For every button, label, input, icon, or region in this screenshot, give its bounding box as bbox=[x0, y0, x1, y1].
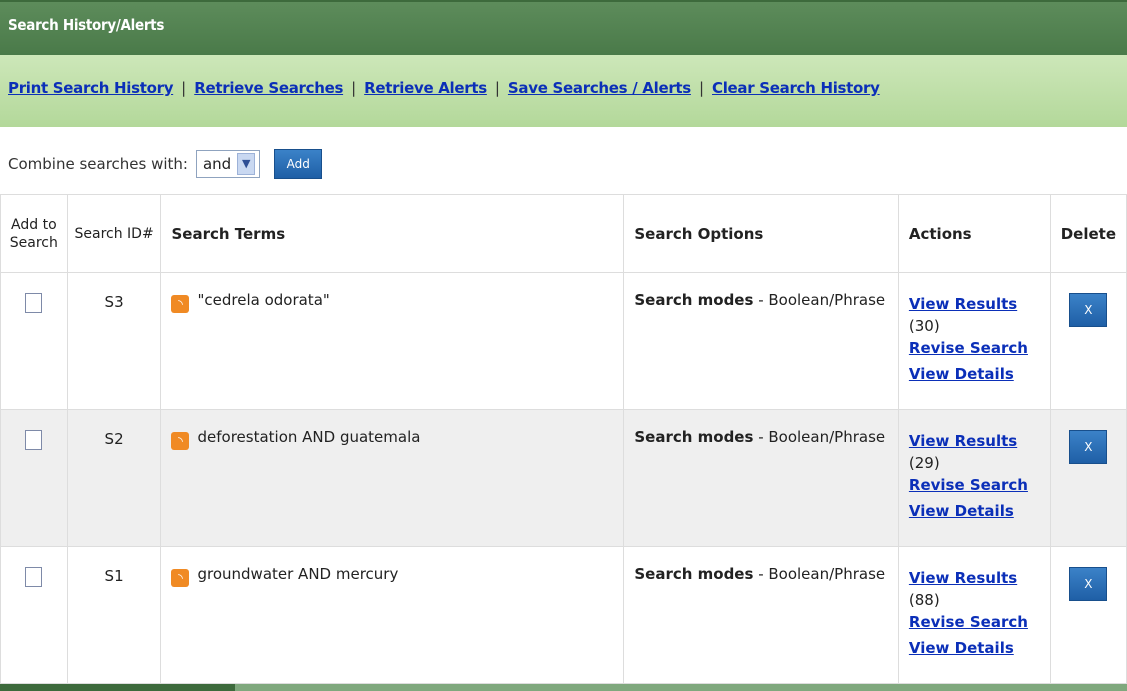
combine-searches-row: Combine searches with: and ▼ Add bbox=[8, 145, 323, 183]
link-separator: | bbox=[351, 79, 357, 97]
bottom-bar bbox=[0, 684, 1127, 691]
column-header-actions: Actions bbox=[897, 194, 1051, 273]
revise-search-link[interactable]: Revise Search bbox=[909, 472, 1028, 498]
search-modes-label: Search modes bbox=[634, 565, 754, 583]
view-details-link[interactable]: View Details bbox=[909, 498, 1014, 524]
page-header: Search History/Alerts bbox=[0, 0, 1127, 55]
save-searches-alerts-link[interactable]: Save Searches / Alerts bbox=[508, 79, 691, 97]
add-to-search-checkbox[interactable] bbox=[25, 567, 43, 587]
search-terms: deforestation AND guatemala bbox=[197, 428, 421, 446]
search-id: S2 bbox=[66, 409, 162, 547]
column-header-terms: Search Terms bbox=[160, 194, 625, 273]
combine-label: Combine searches with: bbox=[8, 155, 188, 173]
search-options-cell: Search modes - Boolean/Phrase bbox=[623, 409, 899, 547]
search-terms-cell: ◝ groundwater AND mercury bbox=[160, 546, 625, 684]
column-header-delete: Delete bbox=[1049, 194, 1127, 273]
column-header-add: Add to Search bbox=[0, 194, 68, 273]
page-title: Search History/Alerts bbox=[8, 16, 165, 34]
delete-cell: X bbox=[1049, 272, 1127, 410]
actions-cell: View Results (88) Revise Search View Det… bbox=[897, 546, 1051, 684]
revise-search-link[interactable]: Revise Search bbox=[909, 335, 1028, 361]
view-results-link[interactable]: View Results bbox=[909, 291, 1017, 317]
add-cell bbox=[0, 409, 68, 547]
link-separator: | bbox=[181, 79, 187, 97]
add-cell bbox=[0, 272, 68, 410]
search-modes-label: Search modes bbox=[634, 291, 754, 309]
rss-feed-icon[interactable]: ◝ bbox=[171, 295, 190, 313]
actions-cell: View Results (30) Revise Search View Det… bbox=[897, 272, 1051, 410]
add-cell bbox=[0, 546, 68, 684]
link-separator: | bbox=[698, 79, 704, 97]
retrieve-searches-link[interactable]: Retrieve Searches bbox=[194, 79, 343, 97]
search-modes-value: - Boolean/Phrase bbox=[758, 291, 886, 309]
search-history-table: Add to Search Search ID# Search Terms Se… bbox=[0, 194, 1127, 684]
search-terms-cell: ◝ "cedrela odorata" bbox=[160, 272, 625, 410]
view-details-link[interactable]: View Details bbox=[909, 361, 1014, 387]
table-header-row: Add to Search Search ID# Search Terms Se… bbox=[0, 194, 1127, 273]
add-to-search-checkbox[interactable] bbox=[25, 293, 43, 313]
link-separator: | bbox=[494, 79, 500, 97]
search-modes-value: - Boolean/Phrase bbox=[758, 565, 886, 583]
search-id: S3 bbox=[66, 272, 162, 410]
search-terms-cell: ◝ deforestation AND guatemala bbox=[160, 409, 625, 547]
rss-feed-icon[interactable]: ◝ bbox=[171, 432, 190, 450]
search-options-cell: Search modes - Boolean/Phrase bbox=[623, 546, 899, 684]
table-row: S1 ◝ groundwater AND mercury Search modes… bbox=[0, 546, 1127, 684]
column-header-id: Search ID# bbox=[66, 194, 162, 273]
column-header-options: Search Options bbox=[623, 194, 899, 273]
combine-operator-value: and bbox=[202, 155, 232, 173]
clear-search-history-link[interactable]: Clear Search History bbox=[712, 79, 880, 97]
search-id: S1 bbox=[66, 546, 162, 684]
print-search-history-link[interactable]: Print Search History bbox=[8, 79, 173, 97]
rss-feed-icon[interactable]: ◝ bbox=[171, 569, 190, 587]
history-links-bar: Print Search History | Retrieve Searches | R… bbox=[0, 55, 1127, 127]
delete-button[interactable]: X bbox=[1069, 567, 1108, 601]
revise-search-link[interactable]: Revise Search bbox=[909, 609, 1028, 635]
search-terms: "cedrela odorata" bbox=[197, 291, 330, 309]
search-terms: groundwater AND mercury bbox=[197, 565, 399, 583]
table-row: S2 ◝ deforestation AND guatemala Search m… bbox=[0, 409, 1127, 547]
result-count: (88) bbox=[908, 591, 940, 609]
delete-button[interactable]: X bbox=[1069, 430, 1108, 464]
search-options-cell: Search modes - Boolean/Phrase bbox=[623, 272, 899, 410]
search-modes-label: Search modes bbox=[634, 428, 754, 446]
delete-cell: X bbox=[1049, 546, 1127, 684]
table-row: S3 ◝ "cedrela odorata" Search modes - Boo… bbox=[0, 272, 1127, 410]
view-details-link[interactable]: View Details bbox=[909, 635, 1014, 661]
view-results-link[interactable]: View Results bbox=[909, 428, 1017, 454]
bottom-bar-tab bbox=[0, 684, 235, 691]
search-modes-value: - Boolean/Phrase bbox=[758, 428, 886, 446]
view-results-link[interactable]: View Results bbox=[909, 565, 1017, 591]
chevron-down-icon[interactable]: ▼ bbox=[237, 153, 256, 175]
combine-operator-select[interactable]: and ▼ bbox=[195, 150, 261, 178]
result-count: (30) bbox=[908, 317, 940, 335]
actions-cell: View Results (29) Revise Search View Det… bbox=[897, 409, 1051, 547]
add-to-search-checkbox[interactable] bbox=[25, 430, 43, 450]
retrieve-alerts-link[interactable]: Retrieve Alerts bbox=[364, 79, 487, 97]
delete-cell: X bbox=[1049, 409, 1127, 547]
delete-button[interactable]: X bbox=[1069, 293, 1108, 327]
add-button[interactable]: Add bbox=[274, 149, 323, 179]
result-count: (29) bbox=[908, 454, 940, 472]
